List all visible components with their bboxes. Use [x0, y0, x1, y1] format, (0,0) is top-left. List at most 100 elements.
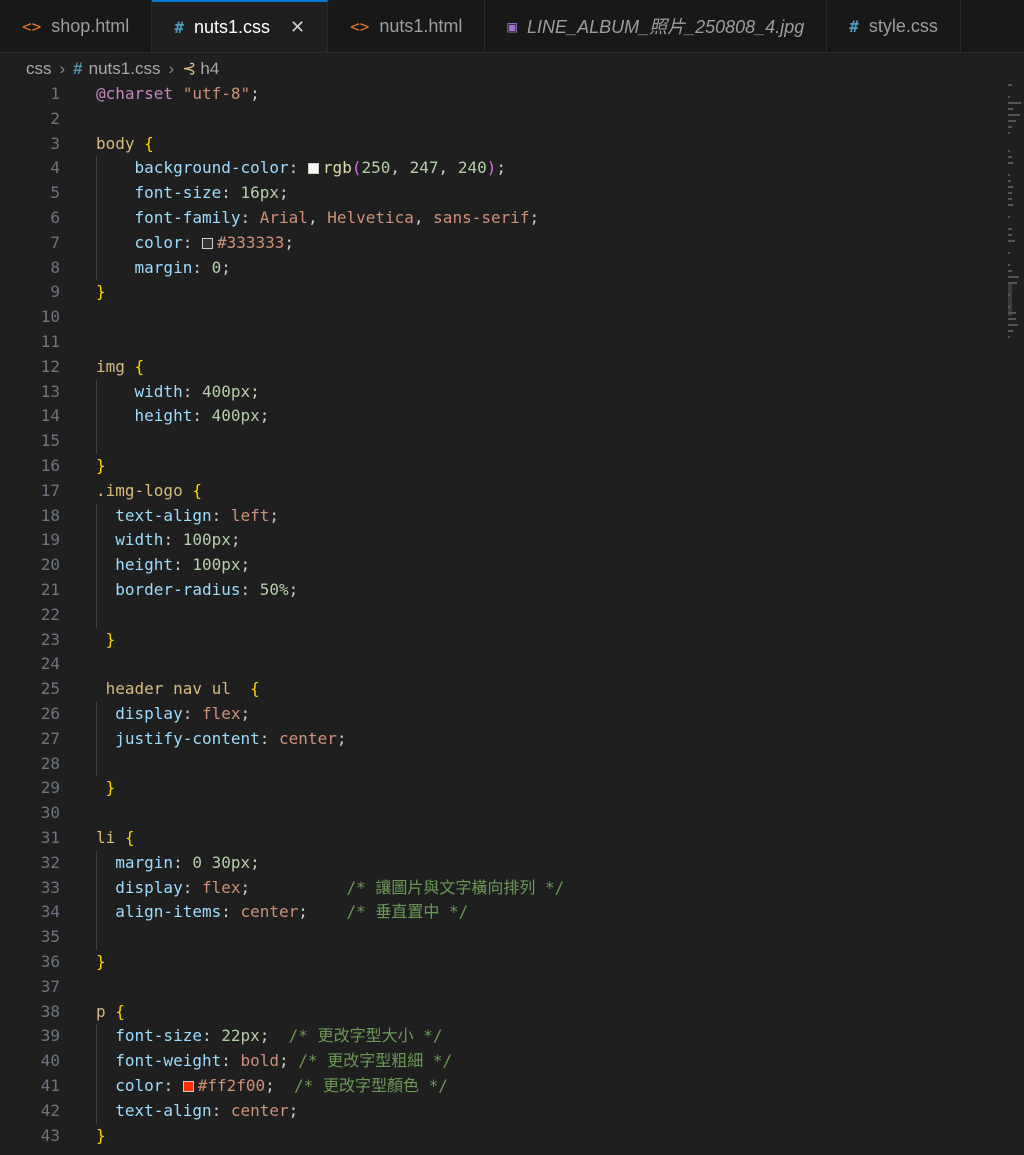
line-number: 22 — [40, 604, 60, 624]
code-line: 37 — [0, 975, 1000, 1000]
line-number: 20 — [40, 555, 60, 575]
code-line: 15 — [0, 429, 1000, 454]
tab-nuts1-css[interactable]: # nuts1.css ✕ — [152, 0, 329, 52]
code-text: text-align: left; — [115, 505, 280, 525]
breadcrumb: css › # nuts1.css › ⊰ h4 — [26, 56, 219, 82]
line-number: 23 — [40, 629, 60, 649]
code-line: 5 font-size: 16px; — [0, 181, 1000, 206]
minimap-line — [1008, 312, 1016, 314]
code-line: 40 font-weight: bold; /* 更改字型粗細 */ — [0, 1049, 1000, 1074]
code-line: 20 height: 100px; — [0, 553, 1000, 578]
breadcrumb-symbol[interactable]: h4 — [200, 59, 219, 79]
indent-guide — [96, 850, 97, 950]
code-text: color: #ff2f00; /* 更改字型顏色 */ — [115, 1076, 448, 1095]
indent-guide — [96, 379, 97, 454]
code-text: } — [105, 778, 116, 798]
indent-guide — [96, 503, 97, 628]
color-swatch[interactable] — [182, 1081, 194, 1092]
minimap-line — [1008, 186, 1013, 188]
minimap-line — [1008, 96, 1010, 98]
code-text: header nav ul { — [105, 679, 260, 699]
code-line: 17 .img-logo { — [0, 479, 1000, 504]
code-line: 2 — [0, 107, 1000, 132]
line-number: 43 — [40, 1125, 60, 1145]
code-line: 28 — [0, 752, 1000, 777]
minimap-line — [1008, 102, 1022, 104]
code-line: 36} — [0, 950, 1000, 975]
code-editor[interactable]: 1 @charset "utf-8"; 2 3 body { 4 background-c… — [0, 82, 1024, 1155]
code-text: font-family: Arial, Helvetica, sans-seri… — [134, 208, 540, 227]
editor-tab-bar: <> shop.html # nuts1.css ✕ <> nuts1.html ▣ LINE_… — [0, 0, 1024, 53]
line-number: 24 — [40, 654, 60, 674]
indent-guide — [96, 156, 97, 281]
code-text: .img-logo { — [96, 480, 202, 500]
minimap[interactable] — [1008, 84, 1022, 354]
code-line: 30 — [0, 801, 1000, 826]
code-text: font-size: 22px; /* 更改字型大小 */ — [115, 1026, 443, 1046]
color-swatch[interactable] — [307, 163, 319, 175]
minimap-line — [1008, 264, 1010, 266]
code-text: body { — [96, 133, 154, 153]
code-line: 31 li { — [0, 826, 1000, 851]
line-number: 18 — [40, 505, 60, 525]
close-icon[interactable]: ✕ — [290, 17, 305, 38]
line-number: 9 — [50, 282, 60, 302]
line-number: 5 — [50, 183, 60, 203]
breadcrumb-file[interactable]: nuts1.css — [89, 59, 161, 79]
minimap-line — [1008, 228, 1013, 230]
line-number: 30 — [40, 803, 60, 823]
code-line: 32 margin: 0 30px; — [0, 851, 1000, 876]
minimap-line — [1008, 282, 1017, 284]
code-line: 10 — [0, 305, 1000, 330]
code-text: background-color: rgb(250, 247, 240); — [134, 158, 506, 178]
code-line: 16} — [0, 454, 1000, 479]
line-number: 29 — [40, 778, 60, 798]
line-number: 37 — [40, 976, 60, 996]
code-text: @charset "utf-8"; — [96, 84, 260, 103]
line-number: 7 — [50, 232, 60, 252]
tab-line-album-250808-4-jpg[interactable]: ▣ LINE_ALBUM_照片_250808_4.jpg — [485, 0, 828, 52]
minimap-line — [1008, 270, 1013, 272]
tab-shop-html[interactable]: <> shop.html — [0, 0, 153, 52]
code-line: 43} — [0, 1124, 1000, 1149]
line-number: 36 — [40, 952, 60, 971]
code-text: color: #333333; — [134, 232, 295, 252]
code-line: 4 background-color: rgb(250, 247, 240); — [0, 156, 1000, 181]
line-number: 39 — [40, 1026, 60, 1046]
code-text: margin: 0; — [134, 257, 231, 277]
code-text: display: flex; — [115, 704, 251, 723]
code-text: margin: 0 30px; — [115, 852, 260, 872]
minimap-line — [1008, 294, 1010, 296]
breadcrumb-folder[interactable]: css — [26, 59, 52, 79]
tab-label: LINE_ALBUM_照片_250808_4.jpg — [527, 17, 805, 37]
minimap-line — [1008, 162, 1013, 164]
code-line: 11 — [0, 330, 1000, 355]
code-text: text-align: center; — [115, 1100, 299, 1120]
code-line: 21 border-radius: 50%; — [0, 578, 1000, 603]
code-line: 29 } — [0, 776, 1000, 801]
line-number: 1 — [50, 84, 60, 103]
code-line: 8 margin: 0; — [0, 256, 1000, 281]
minimap-line — [1008, 324, 1019, 326]
code-line: 19 width: 100px; — [0, 528, 1000, 553]
code-line: 1 @charset "utf-8"; — [0, 82, 1000, 107]
code-text: justify-content: center; — [115, 728, 347, 748]
code-line: 6 font-family: Arial, Helvetica, sans-se… — [0, 206, 1000, 231]
line-number: 16 — [40, 456, 60, 475]
code-text: } — [96, 952, 106, 971]
code-line: 26 display: flex; — [0, 702, 1000, 727]
code-line: 23 } — [0, 628, 1000, 653]
minimap-line — [1008, 114, 1020, 116]
tab-label: nuts1.css — [193, 16, 270, 37]
code-line: 34 align-items: center; /* 垂直置中 */ — [0, 900, 1000, 925]
color-swatch[interactable] — [201, 237, 213, 249]
minimap-line — [1008, 204, 1014, 206]
code-line: 33 display: flex; /* 讓圖片與文字橫向排列 */ — [0, 876, 1000, 901]
chevron-right-icon: › — [59, 59, 66, 78]
code-text: height: 400px; — [134, 406, 270, 426]
line-number: 40 — [40, 1051, 60, 1071]
tab-style-css[interactable]: # style.css — [827, 0, 961, 52]
symbol-class-icon: ⊰ — [182, 59, 197, 79]
css-file-icon: # — [849, 16, 859, 36]
tab-nuts1-html[interactable]: <> nuts1.html — [328, 0, 486, 52]
